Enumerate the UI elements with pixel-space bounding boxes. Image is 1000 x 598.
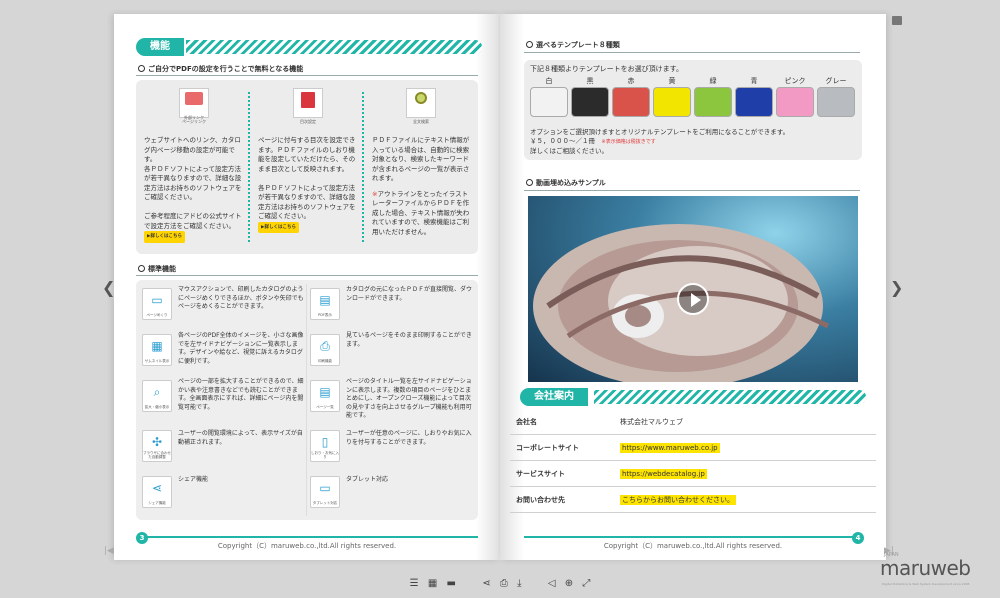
grid-divider [306, 284, 307, 516]
standard-feature-text: ページの一部を拡大することができるので、細かい表や注意書きなどでも読むことができ… [178, 378, 304, 411]
header-stripe [594, 390, 866, 404]
company-title: 会社案内 [520, 388, 588, 406]
fullscreen-icon[interactable]: ⤢ [582, 578, 590, 589]
swatch-pink [776, 87, 814, 117]
functions-header: 機能 [136, 38, 482, 56]
list-icon[interactable]: ☰ [410, 578, 419, 589]
feature-search: 全文検索 ＰＤＦファイルにテキスト情報が入っている場合は、自動的に検索対象となり… [372, 88, 470, 237]
corporate-site-link[interactable]: https://www.maruweb.co.jp [620, 443, 720, 453]
standard-feature-text: ページのタイトル一覧を左サイドナビゲーションに表示します。複数の項目のページをひ… [346, 378, 472, 419]
page-gutter-shadow [476, 14, 500, 560]
share-icon: ⋖ シェア機能 [142, 476, 172, 508]
feature-text: ＰＤＦファイルにテキスト情報が入っている場合は、自動的に検索対象となり、検索した… [372, 136, 470, 182]
pdf-download-icon: ▤ PDF表示 [310, 288, 340, 320]
maruweb-logo: JAPAN maruweb Digital Publishing & Web S… [880, 552, 996, 588]
divider [524, 190, 860, 191]
external-link-icon: 外部リンク ページリンク [179, 88, 209, 124]
more-link-button[interactable]: ▶詳しくはこちら [144, 231, 185, 243]
functions-title: 機能 [136, 38, 184, 56]
zoom-icon: ⌕ 拡大・縮小表示 [142, 380, 172, 412]
more-link-button[interactable]: ▶詳しくはこちら [258, 221, 299, 233]
standard-title: 標準機能 [138, 264, 176, 274]
left-page[interactable]: 機能 ご自分でPDFの設定を行うことで無料となる機能 外部リンク ページリンク ウ… [114, 14, 500, 560]
play-button[interactable] [677, 283, 709, 315]
feature-text: ページに付与する目次を設定できます。ＰＤＦファイルのしおり機能を設定していただけ… [258, 136, 356, 220]
copyright: Copyright（C）maruweb.co.,ltd.All rights r… [217, 542, 397, 550]
swatches [530, 87, 858, 121]
bookmark-icon: ▯ しおり・お気に入り [310, 430, 340, 462]
tablet-icon: ▭ タブレット対応 [310, 476, 340, 508]
contact-link[interactable]: こちらからお問い合わせください。 [620, 495, 736, 505]
feature-external-link: 外部リンク ページリンク ウェブサイトへのリンク、カタログ内ページ移動の設定が可能… [144, 88, 244, 243]
print-icon: ⎙ 印刷機能 [310, 334, 340, 366]
divider [524, 52, 860, 53]
standard-feature-text: カタログの元になったＰＤＦが直接閲覧、ダウンロードができます。 [346, 286, 473, 302]
prev-page-button[interactable]: ❮ [102, 278, 115, 297]
feature-toc: 目次設定 ページに付与する目次を設定できます。ＰＤＦファイルのしおり機能を設定し… [258, 88, 358, 233]
standard-feature-text: 見ているページをそのまま印刷することができます。 [346, 332, 472, 348]
template-title: 選べるテンプレート８種類 [526, 40, 620, 50]
swatch-gray [817, 87, 855, 117]
video-title: 動画埋め込みサンプル [526, 178, 606, 188]
dotted-divider [248, 92, 250, 242]
option-text: オプションをご選択頂けますとオリジナルテンプレートをご利用になることができます。… [530, 128, 790, 155]
page-list-icon: ▤ ページ一覧 [310, 380, 340, 412]
header-stripe [186, 40, 482, 54]
swatch-yellow [653, 87, 691, 117]
logo-tagline: Digital Publishing & Web System Developm… [882, 582, 970, 586]
zoom-icon[interactable]: ⊕ [565, 578, 573, 589]
service-site-link[interactable]: https://webdecatalog.jp [620, 469, 707, 479]
divider [136, 75, 478, 76]
thumbnails-icon[interactable]: ▦ [428, 578, 437, 589]
info-row: お問い合わせ先 こちらからお問い合わせください。 [510, 487, 876, 513]
standard-feature-text: マウスアクションで、印刷したカタログのようにページめくりできるほか、ボタンや矢印… [178, 286, 304, 310]
play-icon [691, 293, 701, 307]
company-header: 会社案内 [520, 388, 866, 406]
first-page-button[interactable]: |◀ [104, 546, 114, 556]
standard-feature-text: ユーザーが任意のページに、しおりやお気に入りを付与することができます。 [346, 430, 472, 446]
info-row: コーポレートサイト https://www.maruweb.co.jp [510, 435, 876, 461]
viewer-toolbar: ☰ ▦ ▬ ⋖ ⎙ ⤓ ◁ ⊕ ⤢ [0, 578, 1000, 594]
template-intro: 下記８種類よりテンプレートをお選び頂けます。 [530, 65, 683, 73]
swatch-green [694, 87, 732, 117]
feature-text: ウェブサイトへのリンク、カタログ内ページ移動の設定が可能です。 各ＰＤＦソフトに… [144, 136, 242, 230]
download-icon[interactable]: ⤓ [517, 578, 521, 589]
search-icon: 全文検索 [406, 88, 436, 124]
standard-feature-text: シェア機能 [178, 476, 209, 483]
sound-icon[interactable]: ◁ [548, 578, 556, 589]
info-row: サービスサイト https://webdecatalog.jp [510, 461, 876, 487]
swatch-labels: 白黒赤黄緑青ピンク グレー [545, 77, 847, 85]
right-page[interactable]: 選べるテンプレート８種類 下記８種類よりテンプレートをお選び頂けます。 白黒赤黄… [500, 14, 886, 560]
share-icon[interactable]: ⋖ [482, 578, 490, 589]
standard-feature-text: ユーザーの閲覧環境によって、表示サイズが自動補正されます。 [178, 430, 303, 446]
swatch-red [612, 87, 650, 117]
logo-text: maruweb [880, 556, 971, 580]
footer-bar [524, 536, 856, 538]
standard-feature-text: 各ページのPDF全体のイメージを、小さな画像でを左サイドナビゲーションに一覧表示… [178, 332, 304, 365]
info-row: 会社名 株式会社マルウェブ [510, 409, 876, 435]
standard-features-grid: ▭ ページめくり マウスアクションで、印刷したカタログのようにページめくりできるほ… [136, 280, 478, 520]
comment-icon[interactable] [892, 16, 902, 25]
footer-bar [146, 536, 478, 538]
next-page-button[interactable]: ❯ [890, 278, 903, 297]
swatch-blue [735, 87, 773, 117]
feature-note: ※アウトラインをとったイラストレーターファイルからＰＤＦを作成した場合、テキスト… [372, 189, 470, 236]
swatch-black [571, 87, 609, 117]
template-panel: 下記８種類よりテンプレートをお選び頂けます。 白黒赤黄緑青ピンク グレー オプショ… [524, 60, 862, 160]
pdf-features-panel: 外部リンク ページリンク ウェブサイトへのリンク、カタログ内ページ移動の設定が可能… [136, 80, 478, 254]
pdf-icon: 目次設定 [293, 88, 323, 124]
dotted-divider [362, 92, 364, 242]
book-icon: ▭ ページめくり [142, 288, 172, 320]
expand-icon: ✣ ブラウザに合わせた自動調整 [142, 430, 172, 462]
comment-icon[interactable]: ▬ [446, 578, 455, 589]
standard-feature-text: タブレット対応 [346, 476, 389, 483]
swatch-white [530, 87, 568, 117]
copyright: Copyright（C）maruweb.co.,ltd.All rights r… [603, 542, 783, 550]
pdf-features-title: ご自分でPDFの設定を行うことで無料となる機能 [138, 64, 303, 74]
thumbnail-icon: ▦ サムネイル表示 [142, 334, 172, 366]
print-icon[interactable]: ⎙ [500, 578, 508, 589]
video-player[interactable] [528, 196, 858, 382]
divider [136, 275, 478, 276]
